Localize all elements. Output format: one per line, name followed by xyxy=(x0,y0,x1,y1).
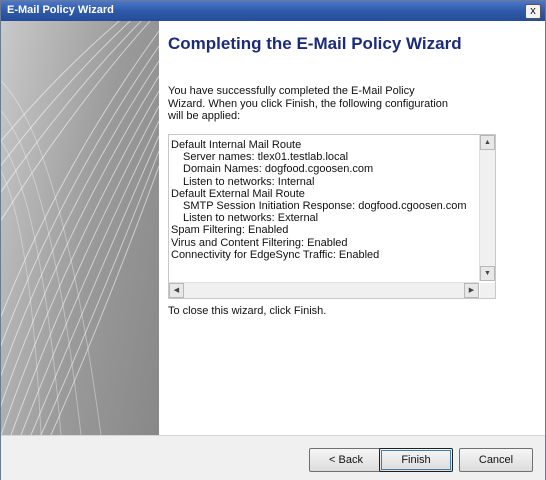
summary-line: Default Internal Mail Route xyxy=(171,139,302,151)
summary-line: Listen to networks: External xyxy=(183,212,319,225)
banner-arcs-graphic xyxy=(1,21,159,435)
horizontal-scrollbar[interactable]: ◀ ▶ xyxy=(169,282,479,298)
summary-line: Connectivity for EdgeSync Traffic: Enabl… xyxy=(171,248,380,261)
cancel-button[interactable]: Cancel xyxy=(459,448,533,472)
back-button[interactable]: < Back xyxy=(309,448,383,472)
scroll-left-icon[interactable]: ◀ xyxy=(169,283,184,298)
summary-line: Spam Filtering: Enabled xyxy=(171,224,289,237)
summary-text: Default Internal Mail Route Server names:… xyxy=(171,139,477,279)
wizard-window: E-Mail Policy Wizard x Completing the E-… xyxy=(0,0,546,480)
configuration-summary-box[interactable]: Default Internal Mail Route Server names:… xyxy=(168,134,496,299)
summary-line: SMTP Session Initiation Response: dogfoo… xyxy=(183,199,467,212)
window-title: E-Mail Policy Wizard xyxy=(7,4,114,16)
summary-line: Server names: tlex01.testlab.local xyxy=(183,151,349,164)
title-bar[interactable]: E-Mail Policy Wizard x xyxy=(1,1,545,21)
summary-line: Default External Mail Route xyxy=(171,187,305,200)
summary-line: Listen to networks: Internal xyxy=(183,175,315,188)
wizard-content: Completing the E-Mail Policy Wizard You … xyxy=(1,21,545,435)
close-button[interactable]: x xyxy=(525,4,541,19)
summary-line: Domain Names: dogfood.cgoosen.com xyxy=(183,163,374,176)
scrollbar-corner xyxy=(480,283,495,298)
intro-text: You have successfully completed the E-Ma… xyxy=(168,85,449,122)
vertical-scrollbar[interactable]: ▲ ▼ xyxy=(479,135,495,281)
scroll-up-icon[interactable]: ▲ xyxy=(480,135,495,150)
button-bar: < Back Finish Cancel xyxy=(1,435,545,480)
close-icon: x xyxy=(530,5,536,17)
summary-line: Virus and Content Filtering: Enabled xyxy=(171,236,348,249)
scroll-right-icon[interactable]: ▶ xyxy=(464,283,479,298)
wizard-main-panel: Completing the E-Mail Policy Wizard You … xyxy=(159,21,545,435)
page-title: Completing the E-Mail Policy Wizard xyxy=(168,34,462,53)
scroll-down-icon[interactable]: ▼ xyxy=(480,266,495,281)
finish-button[interactable]: Finish xyxy=(379,448,453,472)
closing-text: To close this wizard, click Finish. xyxy=(168,305,327,317)
wizard-side-banner xyxy=(1,21,159,435)
